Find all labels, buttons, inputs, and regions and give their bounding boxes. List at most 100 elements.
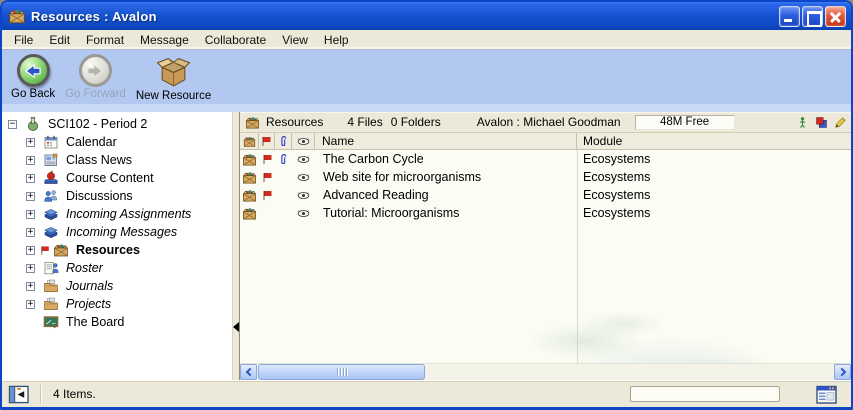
server-user-label: Avalon : Michael Goodman (477, 115, 621, 129)
toolbar: Go Back Go Forward New Resource (2, 50, 851, 104)
tree-item-incoming-messages[interactable]: Incoming Messages (2, 223, 232, 241)
tree-item-incoming-assignments[interactable]: Incoming Assignments (2, 205, 232, 223)
column-visibility[interactable] (292, 133, 315, 149)
eye-icon (297, 207, 310, 220)
column-module[interactable]: Module (577, 133, 851, 149)
resource-name: The Carbon Cycle (315, 152, 577, 166)
tree-item-resources[interactable]: Resources (2, 241, 232, 259)
tree-item-label: Incoming Assignments (64, 207, 193, 221)
tree-item-course-content[interactable]: Course Content (2, 169, 232, 187)
flag-icon (260, 135, 273, 148)
panel-view-icon[interactable] (816, 385, 837, 404)
go-forward-label: Go Forward (65, 88, 126, 100)
expand-icon[interactable] (26, 192, 35, 201)
close-button[interactable] (825, 6, 846, 27)
expand-icon[interactable] (26, 210, 35, 219)
tree-item-projects[interactable]: Projects (2, 295, 232, 313)
resource-module: Ecosystems (577, 170, 851, 184)
collapse-panel-arrow-icon[interactable] (233, 322, 239, 332)
tree-item-course-root[interactable]: SCI102 - Period 2 (2, 115, 232, 133)
menu-message[interactable]: Message (132, 31, 197, 49)
list-row-carbon-cycle[interactable]: The Carbon Cycle Ecosystems (240, 150, 851, 168)
toolbar-edge-strip (2, 104, 851, 112)
news-icon (43, 152, 59, 168)
crate-icon (53, 242, 69, 258)
minimize-button[interactable] (779, 6, 800, 27)
tree-item-label: The Board (64, 315, 126, 329)
person-icon[interactable] (796, 116, 809, 129)
scrollbar-thumb[interactable] (258, 364, 425, 380)
column-name[interactable]: Name (315, 133, 577, 149)
overlap-squares-icon[interactable] (815, 116, 828, 129)
expand-icon[interactable] (26, 246, 35, 255)
column-flag[interactable] (259, 133, 275, 149)
inbox-stack-icon (43, 206, 59, 222)
list-row-tutorial[interactable]: Tutorial: Microorganisms Ecosystems (240, 204, 851, 222)
list-row-advanced-reading[interactable]: Advanced Reading Ecosystems (240, 186, 851, 204)
tree-item-journals[interactable]: Journals (2, 277, 232, 295)
app-crate-icon (8, 7, 26, 25)
menu-help[interactable]: Help (316, 31, 357, 49)
expand-icon[interactable] (26, 228, 35, 237)
tree-item-discussions[interactable]: Discussions (2, 187, 232, 205)
menu-edit[interactable]: Edit (41, 31, 78, 49)
scroll-left-button[interactable] (240, 364, 257, 380)
horizontal-scrollbar[interactable] (240, 363, 851, 380)
expand-icon[interactable] (26, 264, 35, 273)
tree-item-class-news[interactable]: Class News (2, 151, 232, 169)
pencil-icon[interactable] (834, 116, 847, 129)
menu-collaborate[interactable]: Collaborate (197, 31, 274, 49)
column-type[interactable] (240, 133, 259, 149)
eye-icon (297, 153, 310, 166)
expand-icon[interactable] (26, 156, 35, 165)
eye-icon (297, 135, 310, 148)
column-divider (577, 150, 578, 363)
tree-item-label: SCI102 - Period 2 (46, 117, 149, 131)
free-space-indicator: 48M Free (635, 115, 735, 130)
menu-view[interactable]: View (274, 31, 316, 49)
flask-icon (25, 116, 41, 132)
collapse-expander-icon[interactable] (8, 120, 17, 129)
menu-file[interactable]: File (6, 31, 41, 49)
apple-books-icon (43, 170, 59, 186)
tree-item-the-board[interactable]: The Board (2, 313, 232, 331)
expand-icon[interactable] (26, 282, 35, 291)
tree-item-calendar[interactable]: Calendar (2, 133, 232, 151)
resource-name: Advanced Reading (315, 188, 577, 202)
people-icon (43, 188, 59, 204)
crate-icon (242, 206, 257, 221)
menu-format[interactable]: Format (78, 31, 132, 49)
flag-icon (39, 244, 51, 257)
go-back-label: Go Back (11, 88, 55, 100)
scroll-right-button[interactable] (834, 364, 851, 380)
column-attachment[interactable] (275, 133, 292, 149)
eye-icon (297, 189, 310, 202)
expand-icon[interactable] (26, 300, 35, 309)
go-back-button[interactable]: Go Back (8, 53, 58, 101)
new-resource-button[interactable]: New Resource (133, 53, 214, 103)
title-bar[interactable]: Resources : Avalon (2, 2, 851, 30)
paperclip-icon (277, 135, 290, 148)
expand-icon[interactable] (26, 174, 35, 183)
flag-icon (261, 189, 274, 202)
crate-icon (243, 135, 256, 148)
tree-item-label: Incoming Messages (64, 225, 179, 239)
calendar-icon (43, 134, 59, 150)
go-forward-button[interactable]: Go Forward (62, 53, 129, 101)
status-bar: 4 Items. (2, 380, 851, 407)
resource-list-panel: Resources 4 Files 0 Folders Avalon : Mic… (240, 112, 851, 380)
crate-icon (245, 115, 260, 130)
status-field (630, 386, 780, 402)
tree-item-label: Roster (64, 261, 105, 275)
column-header-row: Name Module (240, 133, 851, 150)
panel-splitter[interactable] (232, 112, 240, 380)
menu-bar: File Edit Format Message Collaborate Vie… (2, 30, 851, 50)
window-title: Resources : Avalon (31, 9, 779, 24)
item-count: 4 Items. (53, 387, 96, 401)
list-row-web-site[interactable]: Web site for microorganisms Ecosystems (240, 168, 851, 186)
app-window: Resources : Avalon File Edit Format Mess… (0, 0, 853, 410)
maximize-button[interactable] (802, 6, 823, 27)
toggle-panel-icon[interactable] (8, 385, 30, 404)
tree-item-roster[interactable]: Roster (2, 259, 232, 277)
expand-icon[interactable] (26, 138, 35, 147)
